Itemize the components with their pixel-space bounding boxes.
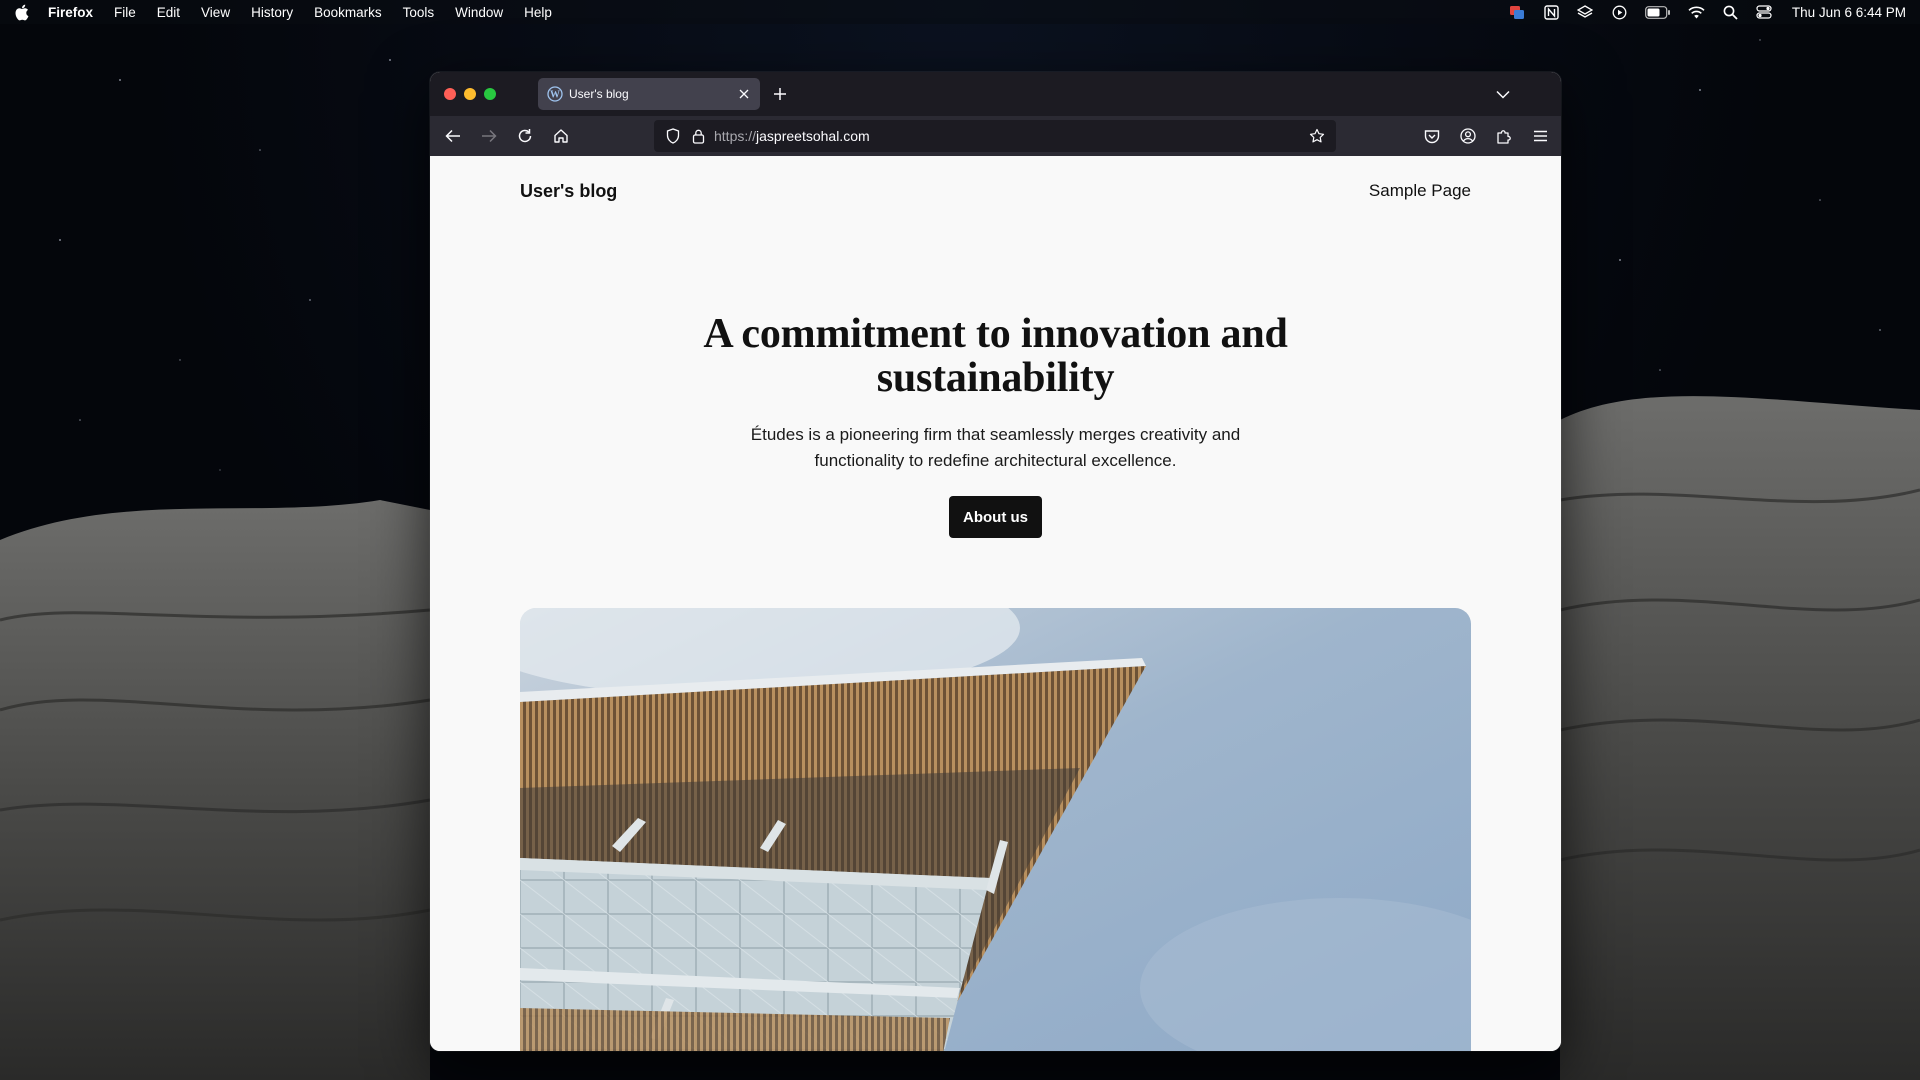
- hero-heading: A commitment to innovation and sustainab…: [430, 312, 1561, 400]
- reload-icon[interactable]: [513, 124, 537, 148]
- web-page: User's blog Sample Page A commitment to …: [430, 156, 1561, 1051]
- tab-bar: W User's blog: [430, 72, 1561, 116]
- menu-app-firefox[interactable]: Firefox: [48, 5, 93, 20]
- about-us-button[interactable]: About us: [949, 496, 1042, 538]
- menu-window[interactable]: Window: [455, 5, 503, 20]
- browser-tab-active[interactable]: W User's blog: [538, 78, 760, 110]
- minimize-window-button[interactable]: [464, 88, 476, 100]
- home-icon[interactable]: [549, 124, 573, 148]
- menubar-clock[interactable]: Thu Jun 6 6:44 PM: [1792, 5, 1906, 20]
- layers-icon[interactable]: [1577, 4, 1594, 20]
- menu-file[interactable]: File: [114, 5, 136, 20]
- hero-description-line-2: functionality to redefine architectural …: [814, 451, 1177, 470]
- extensions-puzzle-icon[interactable]: [1492, 124, 1516, 148]
- list-all-tabs-chevron-icon[interactable]: [1493, 84, 1513, 104]
- url-scheme: https://: [714, 128, 757, 144]
- hero-description-line-1: Études is a pioneering firm that seamles…: [750, 425, 1241, 444]
- menu-bookmarks[interactable]: Bookmarks: [314, 5, 382, 20]
- hero-building-image: [520, 608, 1471, 1051]
- back-arrow-icon[interactable]: [441, 124, 465, 148]
- forward-arrow-icon[interactable]: [477, 124, 501, 148]
- wordpress-icon: W: [547, 86, 563, 102]
- window-controls: [444, 88, 496, 100]
- menu-help[interactable]: Help: [524, 5, 552, 20]
- address-bar[interactable]: https://jaspreetsohal.com: [654, 120, 1336, 152]
- lock-icon[interactable]: [689, 127, 707, 145]
- notion-icon[interactable]: [1543, 4, 1560, 20]
- screen-mirror-icon[interactable]: [1509, 5, 1526, 20]
- hero-heading-line-2: sustainability: [876, 355, 1115, 401]
- tracking-protection-shield-icon[interactable]: [664, 127, 682, 145]
- bookmark-star-icon[interactable]: [1308, 127, 1326, 145]
- play-icon[interactable]: [1611, 5, 1628, 20]
- pocket-icon[interactable]: [1420, 124, 1444, 148]
- tab-title: User's blog: [569, 87, 629, 101]
- url-host: jaspreetsohal.com: [756, 128, 870, 144]
- apple-icon[interactable]: [14, 4, 30, 20]
- control-center-icon[interactable]: [1756, 5, 1773, 20]
- macos-menubar: Firefox File Edit View History Bookmarks…: [0, 0, 1920, 24]
- hamburger-menu-icon[interactable]: [1528, 124, 1552, 148]
- close-tab-icon[interactable]: [736, 86, 752, 102]
- menu-history[interactable]: History: [251, 5, 293, 20]
- zoom-window-button[interactable]: [484, 88, 496, 100]
- nav-link-sample-page[interactable]: Sample Page: [1369, 181, 1471, 201]
- firefox-window: W User's blog https:// jaspreetsohal.com…: [430, 72, 1561, 1051]
- site-title[interactable]: User's blog: [520, 181, 617, 202]
- menu-tools[interactable]: Tools: [403, 5, 435, 20]
- hero-heading-line-1: A commitment to innovation and: [703, 311, 1288, 357]
- battery-icon[interactable]: [1645, 5, 1671, 20]
- building-photo: [520, 608, 1471, 1051]
- wifi-icon[interactable]: [1688, 5, 1705, 20]
- spotlight-search-icon[interactable]: [1722, 5, 1739, 20]
- account-icon[interactable]: [1456, 124, 1480, 148]
- navigation-toolbar: https://jaspreetsohal.com: [430, 116, 1561, 156]
- menu-view[interactable]: View: [201, 5, 230, 20]
- hero-description: Études is a pioneering firm that seamles…: [430, 422, 1561, 474]
- close-window-button[interactable]: [444, 88, 456, 100]
- menu-edit[interactable]: Edit: [157, 5, 180, 20]
- new-tab-icon[interactable]: [770, 84, 790, 104]
- svg-text:W: W: [550, 90, 560, 101]
